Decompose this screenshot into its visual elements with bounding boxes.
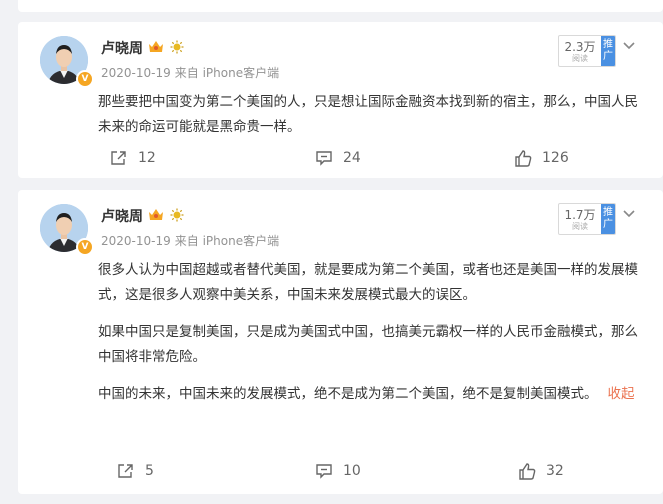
author-name[interactable]: 卢晓周 [101, 38, 143, 58]
share-icon [111, 151, 126, 165]
like-icon [519, 462, 536, 480]
share-button[interactable]: 5 [117, 460, 154, 482]
post-paragraph: 如果中国只是复制美国，只是成为美国式中国，也搞美元霸权一样的人民币金融模式，那么… [98, 324, 638, 365]
views-label: 阅读 [572, 222, 588, 231]
views-promo-badge[interactable]: 1.7万 阅读 推广 [558, 203, 616, 235]
verified-badge-icon: V [76, 70, 94, 88]
post-source: 来自 iPhone客户端 [174, 234, 280, 248]
comment-icon [316, 151, 332, 166]
share-button[interactable]: 12 [110, 147, 156, 169]
author-name[interactable]: 卢晓周 [101, 206, 143, 226]
post-meta: 2020-10-19 来自 iPhone客户端 [101, 64, 279, 81]
promote-button[interactable]: 推广 [601, 36, 615, 66]
chevron-down-icon[interactable] [622, 36, 636, 55]
post-content: 很多人认为中国超越或者替代美国，就是要成为第二个美国，或者也还是美国一样的发展模… [98, 258, 650, 419]
chevron-down-icon[interactable] [622, 204, 636, 223]
share-icon [118, 464, 133, 478]
collapse-link[interactable]: 收起 [608, 386, 635, 402]
comment-icon [316, 464, 332, 479]
post-meta: 2020-10-19 来自 iPhone客户端 [101, 232, 279, 249]
post-actions: 12 24 126 [18, 147, 663, 169]
like-button[interactable]: 126 [514, 147, 569, 169]
comment-button[interactable]: 24 [315, 147, 361, 169]
like-count: 32 [546, 463, 564, 479]
comment-button[interactable]: 10 [315, 460, 361, 482]
comment-count: 10 [343, 463, 361, 479]
post-paragraph-text: 中国的未来，中国未来的发展模式，绝不是成为第二个美国，绝不是复制美国模式。 [98, 386, 598, 402]
post-source: 来自 iPhone客户端 [174, 66, 280, 80]
post-paragraph: 中国的未来，中国未来的发展模式，绝不是成为第二个美国，绝不是复制美国模式。 收起 [98, 382, 650, 407]
post-paragraph: 那些要把中国变为第二个美国的人，只是想让国际金融资本找到新的宿主，那么，中国人民… [98, 94, 638, 135]
crown-icon[interactable] [148, 207, 164, 226]
weibo-post: V 卢晓周 2020-10-19 来自 iPhone客户端 2.3万 阅读 推广 … [18, 22, 663, 178]
share-count: 5 [145, 463, 154, 479]
like-count: 126 [542, 150, 569, 166]
post-actions: 5 10 32 [18, 460, 663, 482]
comment-count: 24 [343, 150, 361, 166]
post-date[interactable]: 2020-10-19 [101, 234, 171, 248]
views-promo-badge[interactable]: 2.3万 阅读 推广 [558, 35, 616, 67]
sun-icon[interactable] [170, 39, 184, 58]
previous-card-edge [18, 0, 663, 12]
promote-button[interactable]: 推广 [601, 204, 615, 234]
sun-icon[interactable] [170, 207, 184, 226]
views-label: 阅读 [572, 54, 588, 63]
post-date[interactable]: 2020-10-19 [101, 66, 171, 80]
verified-badge-icon: V [76, 238, 94, 256]
post-content: 那些要把中国变为第二个美国的人，只是想让国际金融资本找到新的宿主，那么，中国人民… [98, 90, 650, 152]
post-paragraph: 很多人认为中国超越或者替代美国，就是要成为第二个美国，或者也还是美国一样的发展模… [98, 262, 638, 303]
weibo-post: V 卢晓周 2020-10-19 来自 iPhone客户端 1.7万 阅读 推广 … [18, 190, 663, 494]
share-count: 12 [138, 150, 156, 166]
like-icon [515, 149, 532, 167]
like-button[interactable]: 32 [518, 460, 564, 482]
crown-icon[interactable] [148, 39, 164, 58]
